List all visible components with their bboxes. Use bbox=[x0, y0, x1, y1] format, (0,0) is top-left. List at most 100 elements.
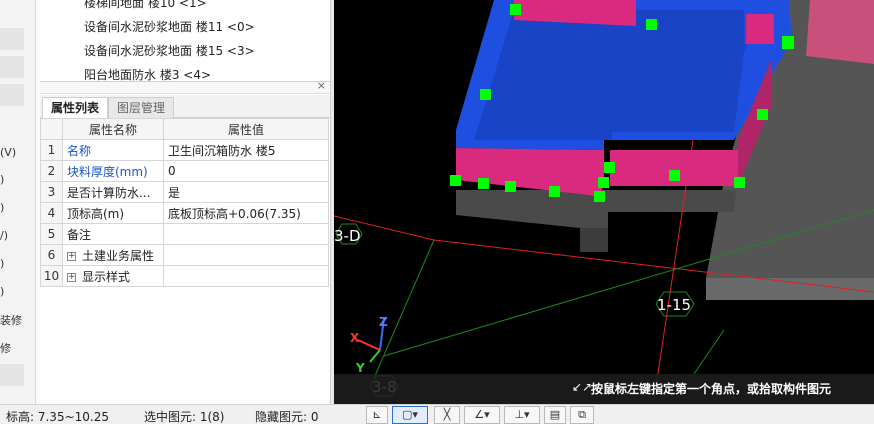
waterproof-floor bbox=[474, 10, 762, 140]
property-group[interactable]: + 显示样式 bbox=[62, 265, 164, 287]
grip-point[interactable] bbox=[510, 4, 521, 15]
y-axis-line bbox=[369, 349, 381, 363]
row-index: 5 bbox=[40, 223, 63, 245]
pick-corner-icon: ↙↗ bbox=[572, 380, 593, 394]
table-row[interactable]: 5 备注 bbox=[40, 223, 329, 245]
nav-label[interactable]: (V) bbox=[0, 146, 16, 159]
hidden-count: 隐藏图元: 0 bbox=[255, 410, 319, 424]
grid-line-green bbox=[373, 239, 435, 379]
nav-item[interactable] bbox=[0, 28, 24, 50]
grip-point[interactable] bbox=[480, 89, 491, 100]
row-index: 4 bbox=[40, 202, 63, 224]
table-row[interactable]: 6 + 土建业务属性 bbox=[40, 244, 329, 266]
wall-face-corner bbox=[746, 14, 774, 44]
property-value[interactable]: 0 bbox=[163, 160, 329, 182]
row-index: 3 bbox=[40, 181, 63, 203]
y-axis-label: Y bbox=[355, 361, 365, 375]
grip-point[interactable] bbox=[669, 170, 680, 181]
row-index: 6 bbox=[40, 244, 63, 266]
property-value[interactable]: 底板顶标高+0.06(7.35) bbox=[163, 202, 329, 224]
selected-count: 选中图元: 1(8) bbox=[144, 410, 225, 424]
panel-titlebar: × bbox=[40, 79, 330, 94]
close-icon[interactable]: × bbox=[317, 79, 326, 92]
grip-point[interactable] bbox=[478, 178, 489, 189]
nav-item[interactable] bbox=[0, 56, 24, 78]
point-snap-icon[interactable]: ⊥▾ bbox=[504, 406, 540, 424]
ortho-snap-icon[interactable]: ⊾ bbox=[366, 406, 388, 424]
grip-point[interactable] bbox=[505, 181, 516, 192]
table-row[interactable]: 4 顶标高(m) 底板顶标高+0.06(7.35) bbox=[40, 202, 329, 224]
grip-point[interactable] bbox=[598, 177, 609, 188]
elevation-readout: 标高: 7.35~10.25 bbox=[6, 410, 109, 424]
axis-label-1-15: 1-15 bbox=[657, 296, 691, 314]
nav-label[interactable]: ) bbox=[0, 257, 4, 270]
property-name: 显示样式 bbox=[82, 269, 131, 284]
row-index: 1 bbox=[40, 139, 63, 161]
nav-label[interactable]: 修 bbox=[0, 340, 11, 356]
tree-item[interactable]: 设备间水泥砂浆地面 楼11 <0> bbox=[84, 18, 255, 35]
3d-viewport[interactable]: 3-D 1-15 3-8 Z X Y ↙↗ 按鼠标左键指定第一个角点，或拾取构件… bbox=[334, 0, 874, 404]
property-name: 名称 bbox=[62, 139, 164, 161]
nav-label[interactable]: /) bbox=[0, 229, 8, 242]
grip-point[interactable] bbox=[782, 36, 794, 49]
header-property-value: 属性值 bbox=[163, 118, 329, 140]
nav-label[interactable]: ) bbox=[0, 201, 4, 214]
x-axis-label: X bbox=[350, 331, 360, 345]
property-name: 土建业务属性 bbox=[82, 248, 155, 263]
property-value[interactable]: 卫生间沉箱防水 楼5 bbox=[163, 139, 329, 161]
grip-point[interactable] bbox=[734, 177, 745, 188]
row-index: 2 bbox=[40, 160, 63, 182]
base-slab-step bbox=[580, 228, 608, 252]
neighbor-wall bbox=[806, 0, 874, 64]
command-hint-text: 按鼠标左键指定第一个角点，或拾取构件图元 bbox=[591, 382, 832, 396]
table-row[interactable]: 1 名称 卫生间沉箱防水 楼5 bbox=[40, 139, 329, 161]
header-property-name: 属性名称 bbox=[62, 118, 164, 140]
grip-point[interactable] bbox=[757, 109, 768, 120]
status-bar: 标高: 7.35~10.25 选中图元: 1(8) 隐藏图元: 0 ⊾ ▢▾ ╳… bbox=[0, 404, 874, 424]
nav-label[interactable]: ) bbox=[0, 173, 4, 186]
expand-icon[interactable]: + bbox=[67, 272, 76, 282]
property-name: 是否计算防水... bbox=[62, 181, 164, 203]
panel-tabs: 属性列表 图层管理 bbox=[40, 95, 330, 118]
tree-item[interactable]: 设备间水泥砂浆地面 楼15 <3> bbox=[84, 42, 255, 59]
grip-point[interactable] bbox=[450, 175, 461, 186]
angle-snap-icon[interactable]: ∠▾ bbox=[464, 406, 500, 424]
rectangle-select-icon[interactable]: ▢▾ bbox=[392, 406, 428, 424]
tab-property-list[interactable]: 属性列表 bbox=[42, 97, 109, 118]
table-row[interactable]: 3 是否计算防水... 是 bbox=[40, 181, 329, 203]
copy-icon[interactable]: ⧉ bbox=[570, 406, 594, 424]
axis-label-3-d: 3-D bbox=[334, 227, 361, 245]
property-value[interactable] bbox=[163, 223, 329, 245]
property-group[interactable]: + 土建业务属性 bbox=[62, 244, 164, 266]
command-hint-bar: ↙↗ 按鼠标左键指定第一个角点，或拾取构件图元 bbox=[334, 374, 874, 404]
property-name: 顶标高(m) bbox=[62, 202, 164, 224]
property-value bbox=[163, 265, 329, 287]
z-axis-label: Z bbox=[379, 315, 388, 329]
axis-gizmo: Z X Y bbox=[350, 315, 388, 375]
cross-select-icon[interactable]: ╳ bbox=[434, 406, 460, 424]
scene-canvas: 3-D 1-15 3-8 Z X Y bbox=[334, 0, 874, 401]
property-value[interactable]: 是 bbox=[163, 181, 329, 203]
grip-point[interactable] bbox=[646, 19, 657, 30]
table-header-row: 属性名称 属性值 bbox=[40, 118, 329, 140]
expand-icon[interactable]: + bbox=[67, 251, 76, 261]
nav-item[interactable] bbox=[0, 364, 24, 386]
grip-point[interactable] bbox=[549, 186, 560, 197]
property-table: 属性名称 属性值 1 名称 卫生间沉箱防水 楼5 2 块料厚度(mm) 0 3 … bbox=[40, 118, 329, 287]
header-index bbox=[40, 118, 63, 140]
tree-item[interactable]: 阳台地面防水 楼3 <4> bbox=[84, 66, 211, 81]
x-axis-line bbox=[357, 339, 381, 351]
properties-panel: × 属性列表 图层管理 属性名称 属性值 1 名称 卫生间沉箱防水 楼5 2 块… bbox=[40, 79, 330, 404]
property-name: 备注 bbox=[62, 223, 164, 245]
grip-point[interactable] bbox=[604, 162, 615, 173]
grip-point[interactable] bbox=[594, 191, 605, 202]
table-row[interactable]: 2 块料厚度(mm) 0 bbox=[40, 160, 329, 182]
component-tree: 楼梯间地面 楼10 <1> 设备间水泥砂浆地面 楼11 <0> 设备间水泥砂浆地… bbox=[40, 0, 330, 82]
layer-icon[interactable]: ▤ bbox=[544, 406, 566, 424]
tree-item[interactable]: 楼梯间地面 楼10 <1> bbox=[84, 0, 207, 11]
nav-item[interactable] bbox=[0, 84, 24, 106]
nav-label[interactable]: 装修 bbox=[0, 312, 22, 328]
table-row[interactable]: 10 + 显示样式 bbox=[40, 265, 329, 287]
nav-label[interactable]: ) bbox=[0, 285, 4, 298]
tab-layer-management[interactable]: 图层管理 bbox=[108, 97, 175, 118]
